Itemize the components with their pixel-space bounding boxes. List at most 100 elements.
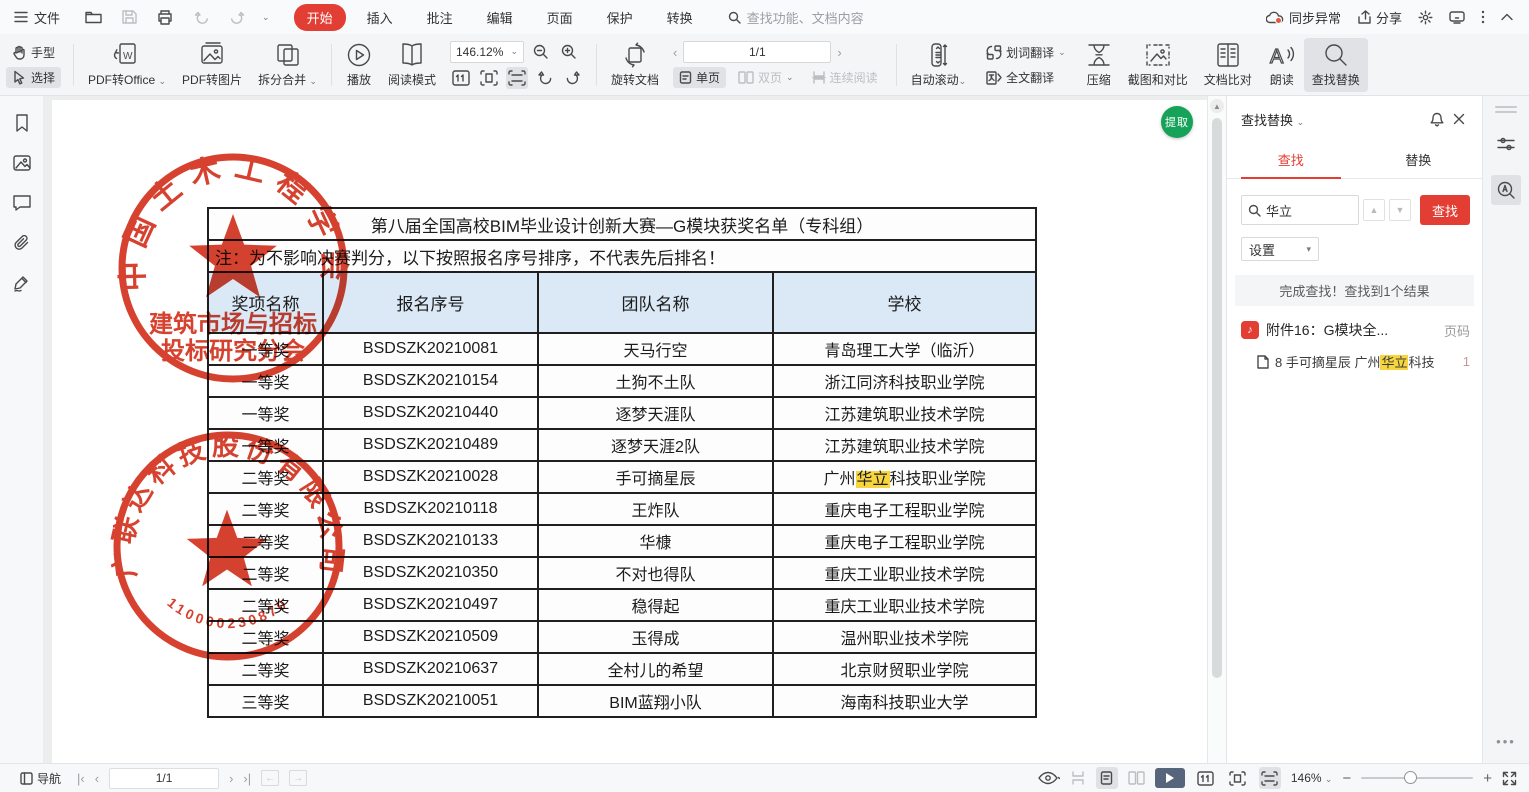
history-back-icon[interactable]: ←: [261, 770, 279, 786]
play-button[interactable]: 播放: [338, 38, 380, 92]
extract-bubble[interactable]: 提取: [1161, 106, 1193, 138]
menu-search[interactable]: 查找功能、文档内容: [728, 8, 864, 27]
single-page-icon[interactable]: [1096, 767, 1118, 789]
word-translate-button[interactable]: 划词翻译⌄: [980, 42, 1072, 63]
attachment-icon[interactable]: [11, 232, 33, 254]
fit-width-icon[interactable]: [506, 67, 528, 89]
first-page-icon[interactable]: |‹: [77, 771, 85, 786]
status-page-indicator[interactable]: 1/1: [109, 768, 219, 789]
full-translate-button[interactable]: 全文翻译: [980, 67, 1072, 88]
tab-convert[interactable]: 转换: [654, 4, 706, 31]
navigation-toggle[interactable]: 导航: [14, 768, 67, 789]
pdf-to-image-button[interactable]: PDF转图片: [174, 38, 250, 92]
bookmark-icon[interactable]: [11, 112, 33, 134]
continuous-read-icon[interactable]: [1070, 771, 1086, 785]
rotate-doc-button[interactable]: 旋转文档: [603, 38, 667, 92]
print-icon[interactable]: [154, 6, 176, 28]
next-page-icon[interactable]: ›: [837, 45, 841, 60]
zoom-in-icon[interactable]: [558, 41, 580, 63]
drag-handle-icon[interactable]: [1495, 111, 1517, 113]
rotate-left-icon[interactable]: [534, 67, 556, 89]
more-menu-icon[interactable]: [1481, 10, 1485, 24]
scrollbar-thumb[interactable]: [1212, 118, 1222, 678]
last-page-icon[interactable]: ›|: [243, 771, 251, 786]
read-mode-button[interactable]: 阅读模式: [380, 38, 444, 92]
status-zoom-value[interactable]: 146% ⌄: [1291, 771, 1333, 785]
comment-icon[interactable]: [11, 192, 33, 214]
thumbnail-icon[interactable]: [11, 152, 33, 174]
presentation-play-button[interactable]: [1155, 768, 1185, 788]
select-tool-button[interactable]: 选择: [6, 67, 61, 88]
open-folder-icon[interactable]: [82, 6, 104, 28]
read-aloud-button[interactable]: A 朗读: [1260, 38, 1304, 92]
prev-page-icon[interactable]: ‹: [673, 45, 677, 60]
find-next-icon[interactable]: ▼: [1389, 199, 1411, 221]
tab-insert[interactable]: 插入: [354, 4, 406, 31]
result-group-row[interactable]: ♪ 附件16：G模块全... 页码: [1241, 320, 1470, 340]
zoom-value-box[interactable]: 146.12% ⌄: [450, 41, 524, 63]
zoom-slider[interactable]: [1361, 777, 1473, 779]
fullscreen-icon[interactable]: [1502, 771, 1517, 786]
zoom-out-button[interactable]: −: [1342, 770, 1351, 787]
eye-protection-icon[interactable]: [1038, 771, 1060, 785]
pin-bell-icon[interactable]: [1426, 108, 1448, 130]
panel-title[interactable]: 查找替换 ⌄: [1241, 110, 1304, 129]
screenshot-compare-button[interactable]: 截图和对比: [1120, 38, 1196, 92]
sync-status[interactable]: 同步异常: [1266, 8, 1341, 27]
history-forward-icon[interactable]: →: [289, 770, 307, 786]
undo-icon[interactable]: [190, 6, 212, 28]
tab-edit[interactable]: 编辑: [474, 4, 526, 31]
fit-page-icon[interactable]: [1227, 767, 1249, 789]
tab-protect[interactable]: 保护: [594, 4, 646, 31]
result-match-row[interactable]: 8 手可摘星辰 广州华立科技 1: [1257, 352, 1470, 371]
tab-replace[interactable]: 替换: [1355, 142, 1483, 178]
tab-annotate[interactable]: 批注: [414, 4, 466, 31]
auto-scroll-button[interactable]: 自动滚动⌄: [903, 38, 975, 92]
doc-compare-button[interactable]: 文档比对: [1196, 38, 1260, 92]
split-merge-button[interactable]: 拆分合并 ⌄: [250, 38, 325, 92]
close-panel-icon[interactable]: [1448, 108, 1470, 130]
fit-page-icon[interactable]: [478, 67, 500, 89]
redo-icon[interactable]: [226, 6, 248, 28]
find-replace-button[interactable]: 查找替换: [1304, 38, 1368, 92]
tab-page[interactable]: 页面: [534, 4, 586, 31]
double-page-button[interactable]: 双页⌄: [732, 67, 800, 88]
zoom-in-button[interactable]: +: [1483, 770, 1492, 787]
tab-home[interactable]: 开始: [294, 4, 346, 31]
prev-page-icon[interactable]: ‹: [95, 771, 99, 786]
zoom-out-icon[interactable]: [530, 41, 552, 63]
share-button[interactable]: 分享: [1357, 8, 1402, 27]
document-area[interactable]: 第八届全国高校BIM毕业设计创新大赛—G模块获奖名单（专科组） 注：为不影响决赛…: [44, 96, 1226, 763]
find-search-input[interactable]: 华立: [1241, 195, 1359, 225]
hand-tool-button[interactable]: 手型: [6, 42, 61, 63]
zoom-slider-knob[interactable]: [1404, 771, 1417, 784]
pdf-to-office-button[interactable]: W PDF转Office ⌄: [80, 38, 174, 92]
save-icon[interactable]: [118, 6, 140, 28]
double-page-icon[interactable]: [1128, 771, 1145, 785]
properties-sliders-icon[interactable]: [1491, 129, 1521, 159]
compress-button[interactable]: 压缩: [1078, 38, 1120, 92]
continuous-read-button[interactable]: 连续阅读: [806, 67, 884, 88]
quick-access-caret-icon[interactable]: ⌄: [262, 13, 270, 22]
next-page-icon[interactable]: ›: [229, 771, 233, 786]
file-menu[interactable]: 文件: [0, 8, 72, 27]
more-tools-icon[interactable]: •••: [1483, 734, 1529, 749]
scroll-up-icon[interactable]: ▲: [1210, 99, 1224, 113]
find-button[interactable]: 查找: [1420, 195, 1470, 225]
signature-icon[interactable]: [11, 272, 33, 294]
feedback-icon[interactable]: [1449, 11, 1465, 24]
drag-handle-icon[interactable]: [1495, 106, 1517, 108]
collapse-ribbon-icon[interactable]: [1501, 13, 1513, 21]
rotate-right-icon[interactable]: [562, 67, 584, 89]
actual-size-icon[interactable]: [1195, 767, 1217, 789]
tab-find[interactable]: 查找: [1227, 142, 1355, 178]
find-previous-icon[interactable]: ▲: [1363, 199, 1385, 221]
settings-gear-icon[interactable]: [1418, 10, 1433, 25]
fit-width-icon[interactable]: [1259, 767, 1281, 789]
single-page-button[interactable]: 单页: [673, 67, 726, 88]
find-panel-toggle-icon[interactable]: [1491, 175, 1521, 205]
vertical-scrollbar[interactable]: ▲: [1207, 96, 1226, 763]
pdf-page[interactable]: 第八届全国高校BIM毕业设计创新大赛—G模块获奖名单（专科组） 注：为不影响决赛…: [52, 100, 1207, 763]
actual-size-icon[interactable]: [450, 67, 472, 89]
toolbar-page-indicator[interactable]: 1/1: [683, 41, 831, 63]
